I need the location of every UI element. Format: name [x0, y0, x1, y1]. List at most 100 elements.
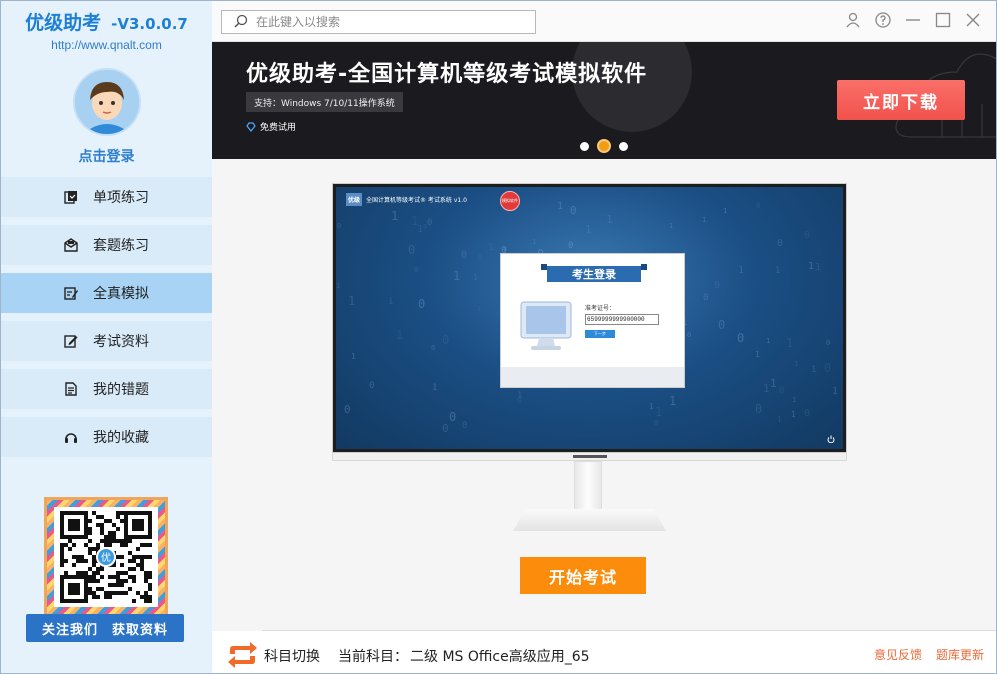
- svg-text:0: 0: [462, 421, 467, 431]
- single-practice-icon: [63, 189, 79, 205]
- main-panel: 1010110000100011011111110000011011111010…: [212, 159, 996, 631]
- carousel-dot[interactable]: [580, 141, 589, 151]
- search-icon: [234, 13, 248, 32]
- qr-follow-banner[interactable]: 关注我们 获取资料: [26, 614, 184, 642]
- carousel-dot[interactable]: [619, 141, 628, 151]
- qr-follow-label: 关注我们: [41, 622, 98, 638]
- svg-text:1: 1: [606, 213, 613, 226]
- svg-text:0: 0: [568, 241, 573, 251]
- app-url-link[interactable]: http://www.qnalt.com: [1, 38, 212, 52]
- svg-text:1: 1: [396, 328, 403, 342]
- avatar-icon: [75, 70, 139, 134]
- svg-text:0: 0: [418, 297, 425, 311]
- promo-banner[interactable]: 优级助考-全国计算机等级考试模拟软件 支持：Windows 7/10/11操作系…: [212, 42, 996, 159]
- sidebar-item-set-practice[interactable]: 套题练习: [1, 225, 212, 265]
- sidebar-item-favorites[interactable]: 我的收藏: [1, 417, 212, 457]
- minimize-icon[interactable]: [903, 10, 923, 30]
- svg-text:1: 1: [832, 386, 838, 397]
- monitor-bezel: 1010110000100011011111110000011011111010…: [332, 183, 847, 453]
- app-window: 优级助考 -V3.0.0.7 http://www.qnalt.com 点击登录 …: [0, 0, 997, 674]
- svg-text:1: 1: [763, 382, 770, 395]
- search-input[interactable]: [256, 15, 516, 29]
- svg-text:0: 0: [442, 333, 449, 347]
- sidebar-item-label: 套题练习: [93, 238, 149, 254]
- svg-text:1: 1: [794, 360, 798, 368]
- svg-text:0: 0: [779, 386, 784, 396]
- banner-os-tag: 支持：Windows 7/10/11操作系统: [246, 92, 403, 112]
- svg-text:0: 0: [737, 331, 744, 345]
- svg-text:1: 1: [770, 377, 777, 390]
- svg-text:0: 0: [478, 253, 482, 261]
- svg-text:0: 0: [442, 422, 449, 435]
- help-icon[interactable]: [873, 10, 893, 30]
- maximize-icon[interactable]: [933, 10, 953, 30]
- app-version: -V3.0.0.7: [111, 15, 188, 33]
- svg-text:0: 0: [461, 250, 467, 261]
- preview-dialog-title: 考生登录: [547, 266, 641, 282]
- power-icon: [827, 435, 835, 443]
- wrong-questions-icon: [63, 381, 79, 397]
- current-subject: 当前科目： 二级 MS Office高级应用_65: [338, 646, 590, 666]
- svg-text:1: 1: [791, 410, 796, 419]
- user-icon[interactable]: [843, 10, 863, 30]
- svg-text:0: 0: [344, 403, 351, 416]
- start-exam-button[interactable]: 开始考试: [520, 557, 646, 594]
- login-link[interactable]: 点击登录: [1, 146, 212, 166]
- search-box[interactable]: [221, 10, 536, 34]
- sidebar-item-materials[interactable]: 考试资料: [1, 321, 212, 361]
- close-icon[interactable]: [963, 10, 983, 30]
- svg-text:1: 1: [557, 201, 563, 212]
- svg-text:0: 0: [756, 202, 760, 210]
- svg-text:1: 1: [453, 269, 460, 283]
- sidebar-item-label: 我的错题: [93, 382, 149, 398]
- preview-id-input: 6599999999900000: [585, 314, 659, 325]
- qr-code-icon: 优: [54, 507, 158, 607]
- svg-text:1: 1: [488, 242, 494, 253]
- preview-title: 优级 全国计算机等级考试® 考试系统 v1.0: [346, 193, 467, 206]
- monitor-chin: [332, 453, 847, 461]
- feedback-link[interactable]: 意见反馈: [874, 646, 922, 663]
- preview-id-label: 准考证号：: [585, 305, 616, 312]
- bottom-bar: 科目切换 当前科目： 二级 MS Office高级应用_65 意见反馈 题库更新: [212, 631, 996, 673]
- top-bar: [212, 1, 996, 42]
- svg-text:1: 1: [786, 336, 793, 350]
- svg-text:1: 1: [669, 222, 673, 230]
- svg-text:1: 1: [388, 297, 393, 307]
- subject-switch-icon[interactable]: [226, 642, 259, 668]
- carousel-dots: [580, 139, 628, 153]
- sidebar-item-single-practice[interactable]: 单项练习: [1, 177, 212, 217]
- svg-text:0: 0: [804, 408, 810, 419]
- sidebar-item-mock-exam[interactable]: 全真模拟: [1, 273, 212, 313]
- monitor-base: [513, 509, 666, 531]
- exam-preview-monitor: 1010110000100011011111110000011011111010…: [332, 183, 847, 533]
- sidebar: 优级助考 -V3.0.0.7 http://www.qnalt.com 点击登录 …: [1, 1, 212, 673]
- svg-text:0: 0: [687, 331, 691, 339]
- svg-text:1: 1: [792, 396, 796, 404]
- svg-text:0: 0: [337, 222, 341, 230]
- sidebar-item-wrong-questions[interactable]: 我的错题: [1, 369, 212, 409]
- download-button[interactable]: 立即下载: [837, 80, 965, 120]
- svg-text:0: 0: [414, 266, 418, 274]
- svg-text:1: 1: [348, 294, 355, 308]
- qr-code[interactable]: 优: [54, 507, 158, 607]
- app-name: 优级助考: [25, 12, 102, 34]
- svg-text:0: 0: [826, 339, 830, 347]
- svg-text:1: 1: [766, 337, 770, 345]
- svg-text:1: 1: [649, 402, 654, 411]
- svg-text:0: 0: [718, 318, 725, 332]
- svg-text:1: 1: [723, 207, 727, 215]
- app-brand: 优级助考 -V3.0.0.7: [1, 8, 212, 34]
- svg-text:0: 0: [369, 381, 374, 391]
- update-link[interactable]: 题库更新: [936, 646, 984, 663]
- set-practice-icon: [63, 237, 79, 253]
- window-controls: [843, 10, 983, 30]
- carousel-dot-active[interactable]: [597, 139, 611, 153]
- svg-text:0: 0: [570, 204, 577, 217]
- preview-badge: 模拟软件: [500, 191, 520, 211]
- mock-exam-icon: [63, 285, 79, 301]
- svg-text:1: 1: [585, 223, 592, 236]
- qr-center-logo: 优: [101, 551, 111, 564]
- user-avatar[interactable]: [73, 68, 141, 136]
- subject-switch-label[interactable]: 科目切换: [264, 646, 320, 666]
- svg-text:0: 0: [824, 361, 831, 375]
